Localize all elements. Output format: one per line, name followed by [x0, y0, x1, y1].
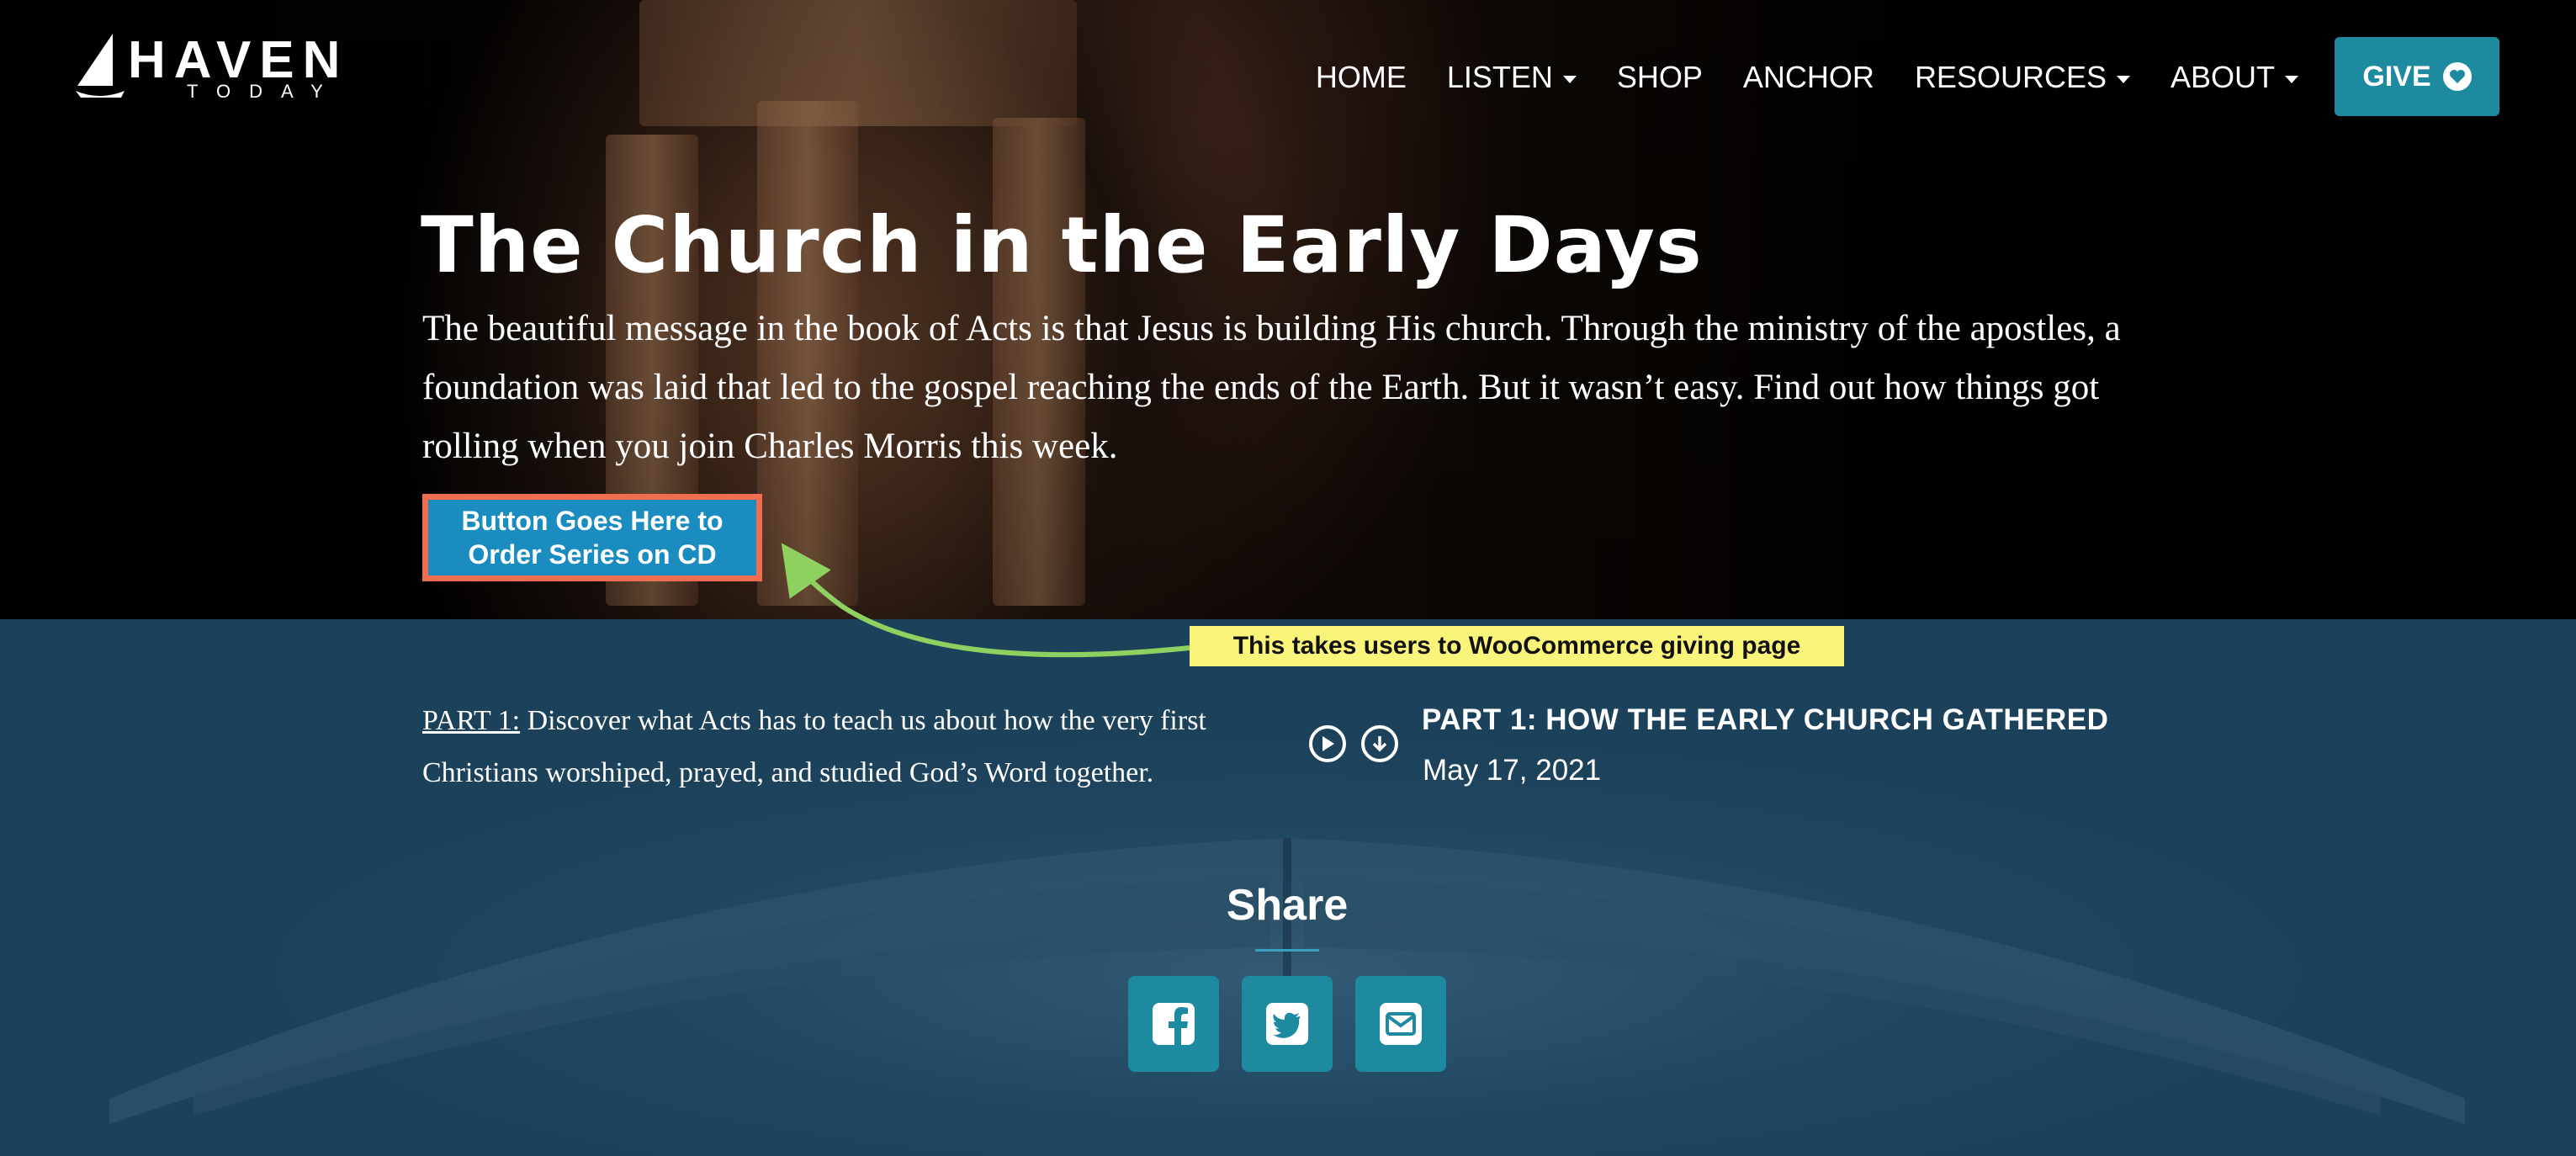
- order-button-line2: Order Series on CD: [468, 539, 717, 570]
- series-description: The beautiful message in the book of Act…: [422, 309, 2121, 466]
- give-button[interactable]: GIVE: [2335, 37, 2499, 116]
- facebook-share-button[interactable]: [1128, 976, 1219, 1072]
- twitter-icon: [1266, 1003, 1308, 1045]
- email-icon: [1380, 1003, 1422, 1045]
- page-title: The Church in the Early Days: [421, 200, 1703, 290]
- nav-resources[interactable]: RESOURCES: [1915, 60, 2130, 95]
- download-icon[interactable]: [1361, 725, 1398, 762]
- part-link[interactable]: PART 1:: [422, 705, 520, 736]
- caret-down-icon: [2116, 75, 2130, 83]
- give-label: GIVE: [2362, 60, 2431, 93]
- order-series-button[interactable]: Button Goes Here to Order Series on CD: [422, 494, 762, 581]
- nav-home[interactable]: HOME: [1316, 60, 1407, 95]
- episode-date: May 17, 2021: [1423, 754, 1602, 787]
- annotation-note: This takes users to WooCommerce giving p…: [1190, 626, 1844, 666]
- sailboat-icon: [76, 34, 125, 98]
- nav-shop[interactable]: SHOP: [1617, 60, 1703, 95]
- heart-icon: [2442, 62, 2472, 91]
- facebook-icon: [1153, 1003, 1195, 1045]
- nav-listen[interactable]: LISTEN: [1447, 60, 1577, 95]
- play-icon[interactable]: [1309, 725, 1346, 762]
- main-nav: HOME LISTEN SHOP ANCHOR RESOURCES ABOUT: [1316, 52, 2298, 103]
- logo[interactable]: HAVEN TODAY: [74, 30, 343, 103]
- twitter-share-button[interactable]: [1242, 976, 1333, 1072]
- logo-tagline: TODAY: [187, 81, 342, 102]
- caret-down-icon: [1562, 75, 1577, 83]
- order-button-line1: Button Goes Here to: [461, 506, 724, 536]
- caret-down-icon: [2285, 75, 2298, 83]
- nav-anchor[interactable]: ANCHOR: [1743, 60, 1874, 95]
- open-book-background: [109, 838, 2465, 1124]
- episode-title[interactable]: PART 1: HOW THE EARLY CHURCH GATHERED: [1422, 703, 2108, 737]
- nav-about[interactable]: ABOUT: [2171, 60, 2298, 95]
- episode-summary: PART 1: Discover what Acts has to teach …: [422, 695, 1272, 799]
- share-heading: Share: [1226, 881, 1349, 930]
- episode-summary-text: Discover what Acts has to teach us about…: [422, 705, 1206, 788]
- email-share-button[interactable]: [1355, 976, 1446, 1072]
- episode-controls: [1309, 725, 1398, 762]
- share-divider: [1255, 949, 1319, 952]
